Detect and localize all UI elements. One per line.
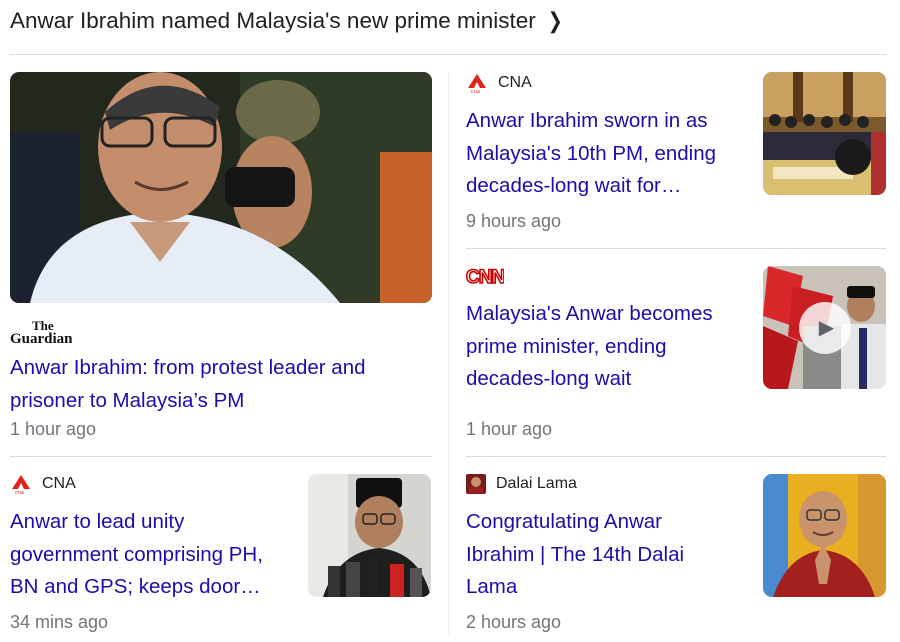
story-time-dalai-lama: 2 hours ago [466, 612, 562, 632]
svg-text:cna: cna [471, 89, 480, 93]
svg-text:CNN: CNN [466, 267, 504, 286]
story-title-cnn[interactable]: Malaysia's Anwar becomes prime minister,… [466, 298, 756, 396]
divider-right-1 [466, 248, 886, 249]
play-video-button[interactable]: ▶ [798, 301, 851, 354]
source-name: CNA [42, 475, 76, 492]
cna-logo: cna [468, 74, 486, 93]
guardian-logo: The Guardian [10, 318, 73, 346]
story-time-guardian: 1 hour ago [10, 419, 97, 439]
story-image-dalai-lama[interactable] [763, 474, 886, 597]
story-image-anwar-portrait[interactable] [10, 72, 432, 303]
source-cna-1: cna CNA [466, 73, 532, 93]
source-name: Dalai Lama [496, 475, 577, 492]
story-image-swearing-in[interactable] [763, 72, 886, 195]
story-image-flags-video[interactable]: ▶ [763, 266, 886, 389]
story-time-cna-sworn: 9 hours ago [466, 211, 562, 231]
dalai-lama-avatar-icon [466, 474, 486, 494]
header-title: Anwar Ibrahim named Malaysia's new prime… [10, 8, 536, 33]
divider-left [10, 456, 432, 457]
story-title-cna-unity[interactable]: Anwar to lead unity government comprisin… [10, 506, 300, 604]
source-cna-2: cna CNA [10, 474, 76, 494]
story-title-dalai-lama[interactable]: Congratulating Anwar Ibrahim | The 14th … [466, 506, 756, 604]
play-icon: ▶ [818, 317, 835, 339]
source-guardian: The Guardian [10, 318, 80, 346]
column-divider [448, 72, 449, 634]
header-divider [10, 54, 886, 55]
story-image-anwar-microphones[interactable] [308, 474, 431, 597]
story-time-cnn: 1 hour ago [466, 419, 553, 439]
story-title-guardian[interactable]: Anwar Ibrahim: from protest leader and p… [10, 352, 430, 417]
source-cnn: CNN [466, 266, 504, 286]
story-title-cna-sworn[interactable]: Anwar Ibrahim sworn in as Malaysia's 10t… [466, 105, 756, 203]
divider-right-2 [466, 456, 886, 457]
chevron-right-icon: ❯ [547, 8, 563, 33]
cnn-logo: CNN [466, 266, 504, 286]
top-stories-header[interactable]: Anwar Ibrahim named Malaysia's new prime… [10, 6, 564, 36]
svg-text:Guardian: Guardian [10, 331, 73, 346]
source-dalai-lama: Dalai Lama [466, 474, 577, 494]
source-name: CNA [498, 74, 532, 91]
story-time-cna-unity: 34 mins ago [10, 612, 109, 632]
cna-logo: cna [12, 475, 30, 494]
svg-text:cna: cna [15, 490, 24, 494]
